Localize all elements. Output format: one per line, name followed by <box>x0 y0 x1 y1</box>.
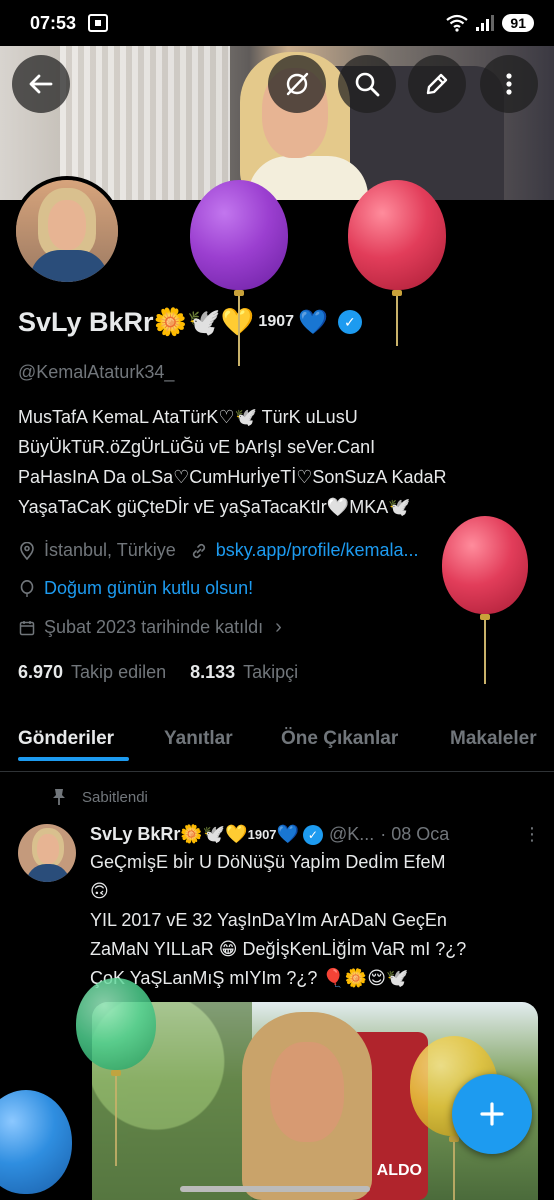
profile-joined: Şubat 2023 tarihinde katıldı <box>44 617 264 637</box>
location-pin-icon <box>18 541 36 560</box>
post-author-name[interactable]: SvLy BkRr🌼🕊️💛 <box>90 824 248 845</box>
chevron-right-icon: › <box>275 616 282 638</box>
grok-button[interactable] <box>268 55 326 113</box>
profile-avatar[interactable] <box>12 176 122 286</box>
more-button[interactable] <box>480 55 538 113</box>
following-count[interactable]: 6.970 <box>18 662 63 683</box>
joined-row[interactable]: Şubat 2023 tarihinde katıldı › <box>18 616 282 639</box>
birthday-row: Doğum günün kutlu olsun! <box>18 578 253 599</box>
edit-button[interactable] <box>408 55 466 113</box>
profile-handle: @KemalAtaturk34_ <box>18 362 175 382</box>
status-bar: 07:53 91 <box>0 0 554 46</box>
pin-icon <box>53 789 65 805</box>
balloon-purple <box>190 180 288 366</box>
pinned-label: Sabitlendi <box>82 788 148 806</box>
home-indicator[interactable] <box>180 1186 370 1192</box>
balloon-red <box>348 180 446 346</box>
plus-icon <box>480 1102 504 1126</box>
post-author-avatar[interactable] <box>18 824 76 882</box>
balloon-green <box>76 978 156 1166</box>
calendar-icon <box>18 619 36 637</box>
profile-birthday[interactable]: Doğum günün kutlu olsun! <box>44 578 253 599</box>
profile-website-link[interactable]: bsky.app/profile/kemala... <box>216 540 419 561</box>
wifi-icon <box>446 14 469 32</box>
search-icon <box>355 72 380 97</box>
post-more-icon[interactable]: ⋮ <box>523 824 541 845</box>
compose-button[interactable] <box>452 1074 532 1154</box>
back-arrow-icon <box>29 74 53 94</box>
search-button[interactable] <box>338 55 396 113</box>
post-author-handle[interactable]: @K... <box>329 824 374 845</box>
following-label[interactable]: Takip edilen <box>71 662 166 683</box>
pinned-indicator: Sabitlendi <box>52 788 148 806</box>
profile-bio: MusTafA KemaL AtaTürK♡🕊️ TürK uLusU BüyÜ… <box>18 407 447 517</box>
profile-meta-row: İstanbul, Türkiye bsky.app/profile/kemal… <box>18 540 419 561</box>
balloon-icon <box>18 579 36 598</box>
grok-icon <box>286 72 309 96</box>
post-text: GeÇmİşE bİr U DöNüŞü Yapİm Dedİm EfeM 🙃 … <box>90 852 467 988</box>
tab-posts[interactable]: Gönderiler <box>18 718 130 761</box>
post-header: SvLy BkRr🌼🕊️💛 1907 💙 ✓ @K... · 08 Oca ⋮ <box>90 824 541 845</box>
battery-indicator: 91 <box>502 14 534 32</box>
profile-tabs: Gönderiler Yanıtlar Öne Çıkanlar Makalel… <box>0 718 554 772</box>
tab-articles[interactable]: Makaleler <box>450 718 537 760</box>
post-verified-icon: ✓ <box>302 824 323 845</box>
tab-highlights[interactable]: Öne Çıkanlar <box>281 718 398 760</box>
status-time: 07:53 <box>30 12 77 33</box>
back-button[interactable] <box>12 55 70 113</box>
signal-icon <box>476 15 495 31</box>
followers-count[interactable]: 8.133 <box>190 662 235 683</box>
more-vertical-icon <box>506 73 512 95</box>
profile-location: İstanbul, Türkiye <box>44 540 176 560</box>
balloon-blue <box>0 1090 72 1194</box>
edit-icon <box>426 73 448 95</box>
follow-stats: 6.970 Takip edilen 8.133 Takipçi <box>18 662 298 683</box>
profile-name-heart: 💙 <box>298 308 328 336</box>
link-icon <box>190 542 208 560</box>
balloon-red-small <box>442 516 528 684</box>
status-icons: 91 <box>446 14 534 32</box>
post-date[interactable]: · 08 Oca <box>380 824 449 845</box>
post-author-suffix: 1907 <box>247 827 277 842</box>
followers-label[interactable]: Takipçi <box>243 662 298 683</box>
tab-replies[interactable]: Yanıtlar <box>164 718 233 760</box>
screenshot-icon <box>88 14 109 32</box>
post-author-heart: 💙 <box>276 824 299 844</box>
